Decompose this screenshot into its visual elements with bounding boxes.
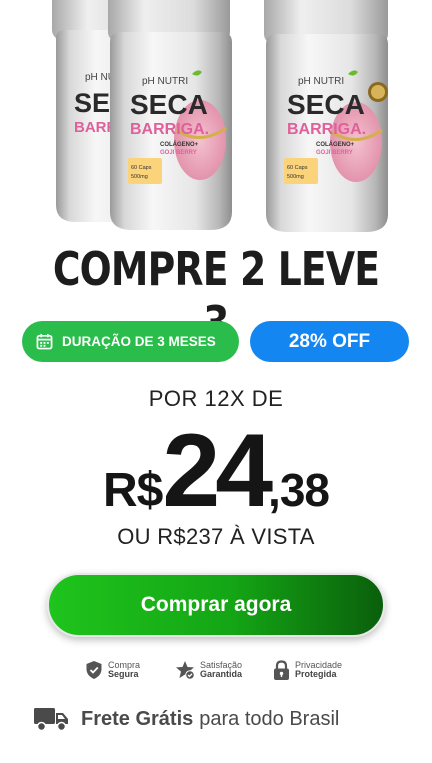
svg-text:500mg: 500mg (287, 174, 304, 180)
free-shipping-rest: para todo Brasil (199, 707, 340, 730)
buy-now-label: Comprar agora (140, 593, 292, 616)
svg-text:BARRIGA.: BARRIGA. (130, 121, 209, 138)
trust-satisfaction: Satisfação Garantida (175, 658, 242, 682)
cash-price: OU R$237 À VISTA (117, 524, 315, 549)
discount-badge-label: 28% OFF (288, 330, 371, 352)
discount-badge: 28% OFF (250, 321, 409, 362)
installment-price: R$24,38 (0, 412, 432, 531)
svg-text:SECA: SECA (287, 89, 365, 120)
svg-text:pH NUTRI: pH NUTRI (298, 76, 344, 87)
buy-now-button[interactable]: Comprar agora (47, 573, 385, 637)
trust-privacy: Privacidade Protegida (273, 658, 342, 682)
trust-satisfaction-line2: Garantida (200, 669, 243, 679)
svg-text:60 Caps: 60 Caps (287, 165, 308, 171)
svg-text:SECA: SECA (130, 89, 208, 120)
svg-text:COLÁGENO+: COLÁGENO+ (316, 141, 355, 148)
free-shipping-banner: Frete Grátis para todo Brasil (34, 703, 339, 735)
star-check-icon (176, 661, 195, 680)
truck-icon (34, 708, 68, 732)
price-currency: R$ (103, 464, 163, 517)
trust-secure-line1: Compra (108, 659, 141, 670)
shield-check-icon (86, 661, 102, 679)
calendar-icon (36, 333, 53, 350)
bottle-front: pH NUTRI SECA BARRIGA. COLÁGENO+ GOJI BE… (108, 0, 232, 230)
svg-text:60 Caps: 60 Caps (131, 165, 152, 171)
svg-text:COLÁGENO+: COLÁGENO+ (160, 141, 199, 148)
product-image: pH NUTRI SECA BARRIGA pH NUTRI SECA BARR… (0, 0, 432, 240)
trust-secure-line2: Segura (108, 669, 139, 679)
svg-text:GOJI BERRY: GOJI BERRY (316, 150, 353, 156)
trust-satisfaction-line1: Satisfação (200, 659, 243, 670)
duration-badge-label: DURAÇÃO DE 3 MESES (62, 334, 216, 349)
trust-secure-purchase: Compra Segura (85, 658, 140, 682)
price-integer: 24 (162, 413, 273, 529)
trust-privacy-line2: Protegida (295, 669, 337, 679)
lock-icon (274, 659, 289, 680)
installments-label: POR 12X DE (148, 386, 284, 411)
trust-privacy-line1: Privacidade (295, 659, 343, 670)
svg-text:pH NUTRI: pH NUTRI (142, 76, 188, 87)
price-decimal: ,38 (268, 464, 330, 516)
duration-badge: DURAÇÃO DE 3 MESES (22, 321, 239, 362)
svg-text:BARRIGA.: BARRIGA. (287, 121, 366, 138)
svg-text:500mg: 500mg (131, 174, 148, 180)
bottle-right: pH NUTRI SECA BARRIGA. COLÁGENO+ GOJI BE… (264, 0, 388, 232)
free-shipping-bold: Frete Grátis (81, 707, 194, 730)
svg-text:GOJI BERRY: GOJI BERRY (160, 150, 197, 156)
